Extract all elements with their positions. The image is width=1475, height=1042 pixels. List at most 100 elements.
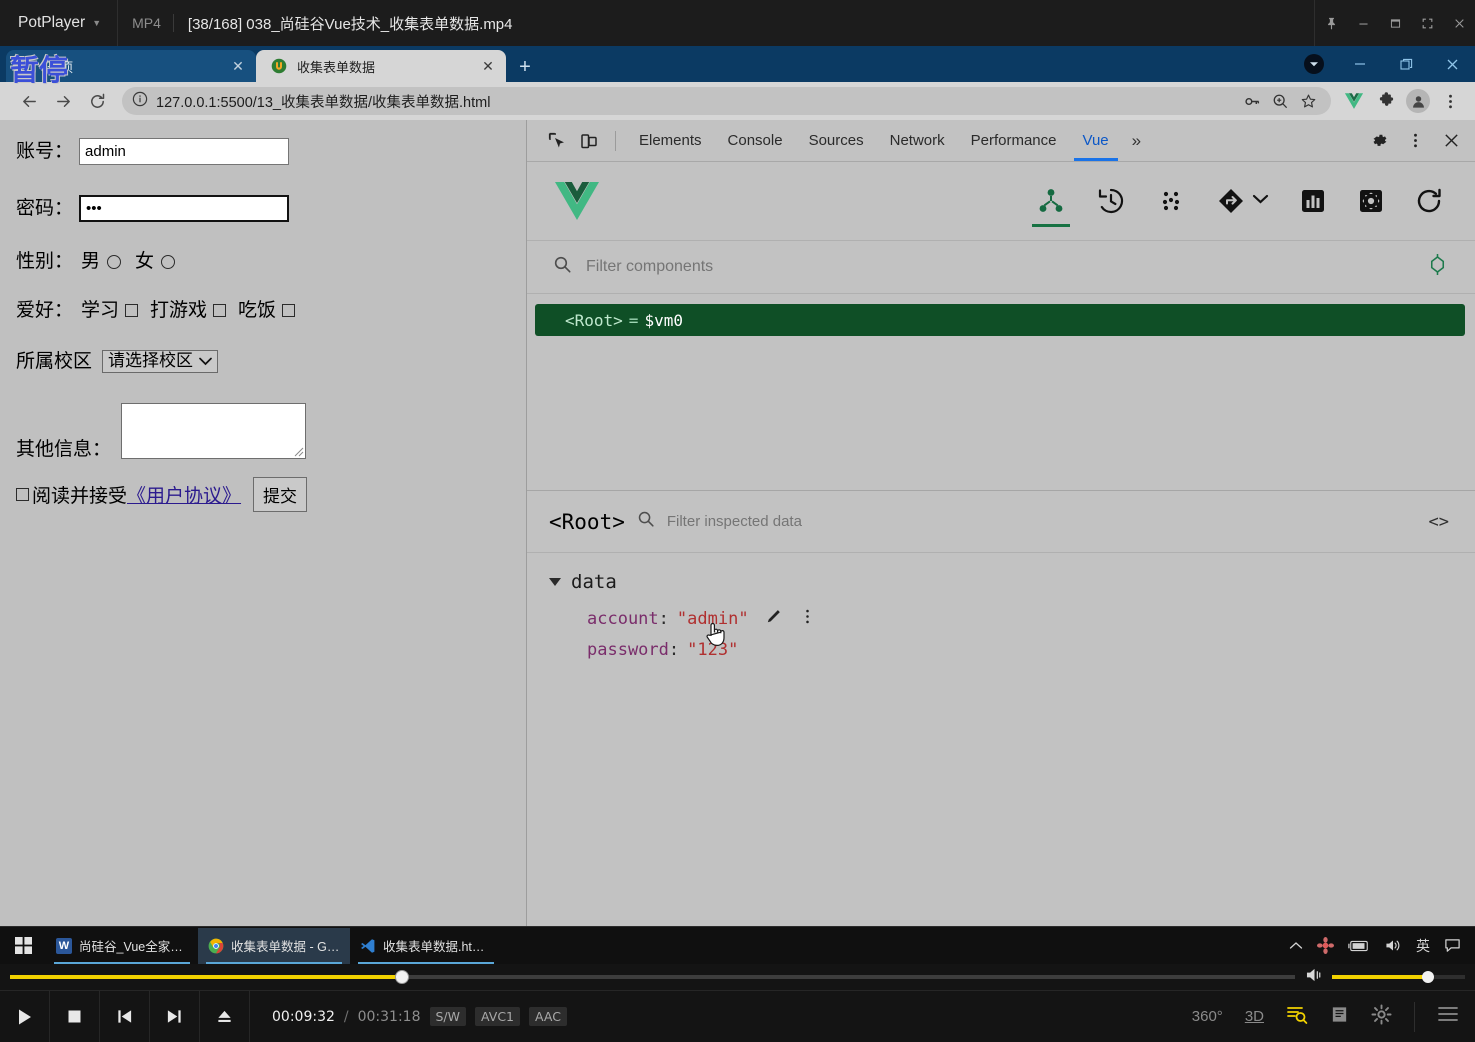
- filter-components-input[interactable]: [586, 258, 886, 276]
- ime-language-indicator[interactable]: 英: [1416, 936, 1430, 956]
- reload-icon[interactable]: [80, 84, 114, 118]
- zoom-icon[interactable]: [1267, 88, 1293, 114]
- component-tree-icon[interactable]: [1032, 173, 1070, 229]
- filter-inspected-data-input[interactable]: [666, 513, 987, 530]
- close-icon[interactable]: [1443, 0, 1475, 46]
- devtools-tab-vue[interactable]: Vue: [1070, 120, 1122, 161]
- restore-icon[interactable]: [1383, 46, 1429, 82]
- taskbar-item-word[interactable]: W 尚硅谷_Vue全家桶.d...: [46, 928, 198, 964]
- forward-icon[interactable]: [46, 84, 80, 118]
- minimize-icon[interactable]: [1347, 0, 1379, 46]
- timeline-history-icon[interactable]: [1096, 173, 1126, 229]
- hobby-option-1-label: 打游戏: [150, 299, 208, 321]
- component-tree-node-root[interactable]: <Root> = $vm0: [535, 304, 1465, 336]
- devtools-tab-network[interactable]: Network: [877, 120, 958, 161]
- campus-select[interactable]: 请选择校区: [102, 350, 219, 373]
- playlist-search-icon[interactable]: [1286, 1003, 1308, 1030]
- notification-icon[interactable]: [1444, 937, 1461, 954]
- volume-handle[interactable]: [1421, 971, 1434, 983]
- next-button[interactable]: [150, 990, 200, 1042]
- password-input[interactable]: [79, 195, 290, 222]
- browser-tab-0[interactable]: 选项 ✕: [6, 50, 256, 82]
- bookmark-star-icon[interactable]: [1295, 88, 1321, 114]
- volume-slider[interactable]: [1332, 971, 1465, 983]
- hobby-checkbox-0[interactable]: [125, 304, 139, 317]
- eject-button[interactable]: [200, 990, 250, 1042]
- download-indicator-icon[interactable]: [1291, 46, 1337, 82]
- other-textarea[interactable]: [121, 403, 307, 459]
- close-icon[interactable]: ✕: [228, 56, 248, 76]
- minimize-icon[interactable]: [1337, 46, 1383, 82]
- taskbar-item-chrome[interactable]: 收集表单数据 - Goo...: [198, 927, 350, 964]
- settings-gear-icon[interactable]: [1371, 1003, 1392, 1030]
- devtools-tab-elements[interactable]: Elements: [626, 120, 715, 161]
- device-toolbar-icon[interactable]: [573, 126, 605, 156]
- mode-3d-button[interactable]: 3D: [1245, 1008, 1264, 1025]
- address-bar[interactable]: 127.0.0.1:5500/13_收集表单数据/收集表单数据.html: [122, 87, 1331, 115]
- gender-radio-female[interactable]: [161, 254, 176, 269]
- hobby-checkbox-2[interactable]: [282, 304, 296, 317]
- stop-button[interactable]: [50, 990, 100, 1042]
- previous-button[interactable]: [100, 990, 150, 1042]
- mode-360-button[interactable]: 360°: [1192, 1008, 1223, 1025]
- chevron-down-icon[interactable]: [549, 578, 561, 586]
- form-row-campus: 所属校区 请选择校区: [16, 350, 526, 373]
- submit-button[interactable]: 提交: [253, 477, 308, 512]
- new-tab-button[interactable]: +: [510, 52, 540, 82]
- data-row-password[interactable]: password : "123": [549, 634, 1475, 665]
- pin-icon[interactable]: [1315, 0, 1347, 46]
- devtools-tab-sources[interactable]: Sources: [796, 120, 877, 161]
- start-button[interactable]: [0, 927, 46, 965]
- password-key-icon[interactable]: [1239, 88, 1265, 114]
- page-info-icon[interactable]: [132, 91, 148, 111]
- settings-gear-icon[interactable]: [1363, 126, 1395, 156]
- playlist-icon[interactable]: [1330, 1005, 1349, 1029]
- menu-icon[interactable]: [1437, 1005, 1459, 1028]
- row-menu-icon[interactable]: [800, 608, 815, 630]
- router-diamond-icon[interactable]: [1216, 173, 1269, 229]
- resize-handle-icon[interactable]: [294, 447, 304, 457]
- devtools-tab-console[interactable]: Console: [715, 120, 796, 161]
- volume-icon[interactable]: [1384, 938, 1402, 953]
- close-icon[interactable]: [1429, 46, 1475, 82]
- chevron-down-icon[interactable]: ▼: [92, 18, 101, 28]
- inspect-element-icon[interactable]: [541, 126, 573, 156]
- seek-handle[interactable]: [394, 970, 409, 984]
- devtools-menu-icon[interactable]: [1399, 126, 1431, 156]
- more-tabs-icon[interactable]: »: [1122, 131, 1151, 151]
- agreement-checkbox[interactable]: [16, 488, 29, 501]
- battery-icon[interactable]: [1348, 940, 1370, 952]
- edit-pencil-icon[interactable]: [765, 608, 782, 630]
- fullscreen-icon[interactable]: [1411, 0, 1443, 46]
- data-row-account[interactable]: account : "admin": [549, 603, 1475, 634]
- close-icon[interactable]: ✕: [478, 56, 498, 76]
- back-icon[interactable]: [12, 84, 46, 118]
- seek-slider[interactable]: [10, 970, 1295, 984]
- select-component-target-icon[interactable]: [1426, 252, 1449, 282]
- refresh-icon[interactable]: [1415, 173, 1443, 229]
- hobby-checkbox-1[interactable]: [213, 304, 227, 317]
- devtools-tab-performance[interactable]: Performance: [958, 120, 1070, 161]
- settings-gear-icon[interactable]: [1357, 173, 1385, 229]
- account-input[interactable]: [79, 138, 290, 165]
- chevron-down-icon[interactable]: [1252, 192, 1269, 210]
- gender-radio-male[interactable]: [107, 254, 122, 269]
- volume-icon[interactable]: [1305, 967, 1324, 988]
- tray-colorful-icon[interactable]: [1317, 937, 1334, 954]
- browser-tab-1[interactable]: 收集表单数据 ✕: [256, 50, 506, 82]
- open-in-editor-icon[interactable]: <>: [1429, 512, 1449, 532]
- potplayer-brand[interactable]: PotPlayer ▼: [0, 0, 119, 46]
- chrome-menu-icon[interactable]: [1435, 86, 1465, 116]
- play-button[interactable]: [0, 990, 50, 1042]
- vue-devtools-icon[interactable]: [1339, 86, 1369, 116]
- user-agreement-link[interactable]: 《用户协议》: [127, 481, 241, 508]
- extensions-puzzle-icon[interactable]: [1371, 86, 1401, 116]
- vuex-dots-icon[interactable]: [1156, 173, 1186, 229]
- close-icon[interactable]: [1435, 126, 1467, 156]
- performance-chart-icon[interactable]: [1299, 173, 1327, 229]
- profile-avatar-icon[interactable]: [1403, 86, 1433, 116]
- tray-expand-icon[interactable]: [1289, 941, 1303, 951]
- maximize-icon[interactable]: [1379, 0, 1411, 46]
- taskbar-item-vscode[interactable]: 收集表单数据.html - ...: [350, 928, 502, 964]
- data-section-header[interactable]: data: [549, 571, 1475, 593]
